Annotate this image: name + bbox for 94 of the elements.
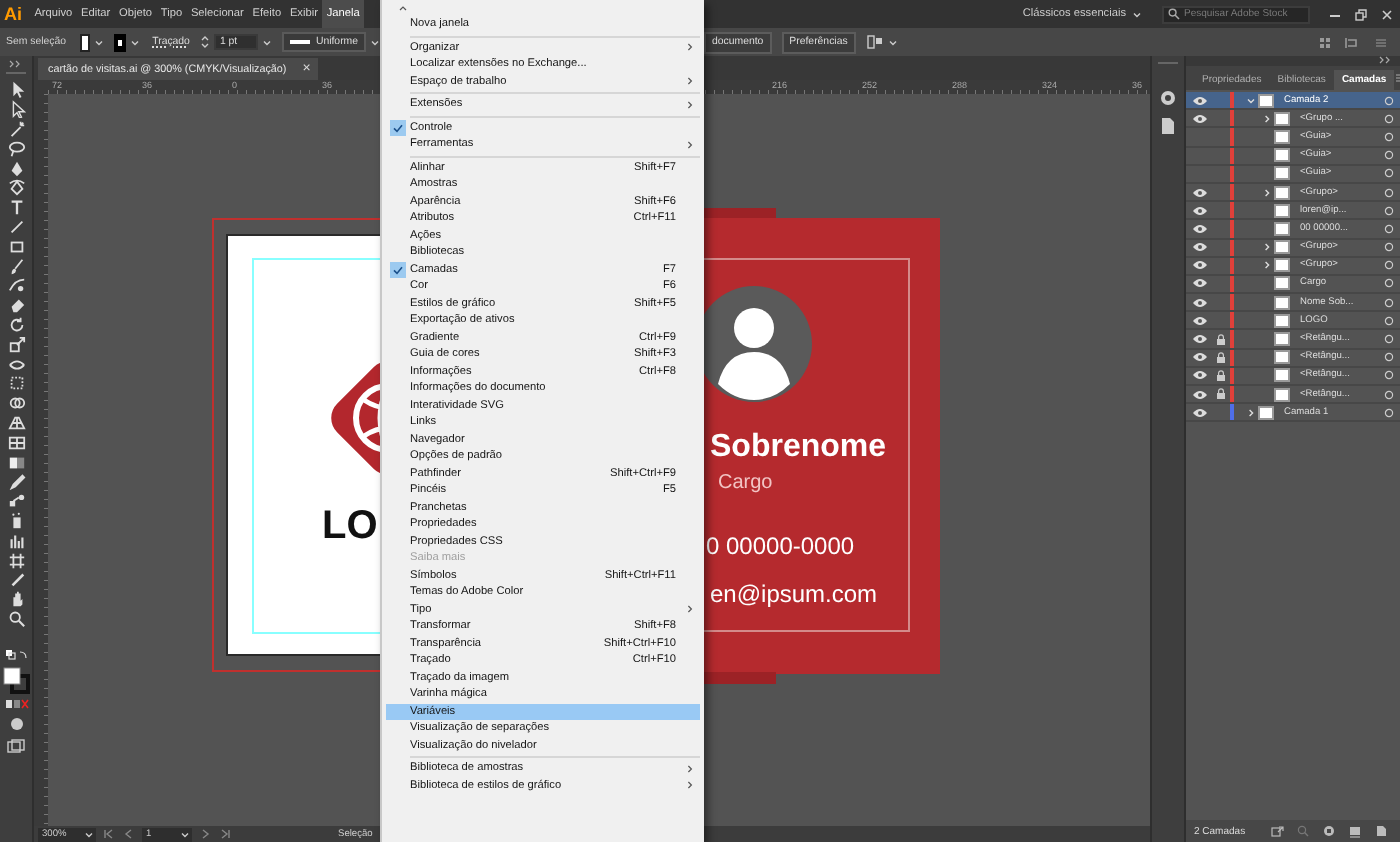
chevron-right-icon[interactable] bbox=[1245, 407, 1255, 418]
width-tool-icon[interactable] bbox=[7, 355, 25, 374]
chevron-right-icon[interactable] bbox=[1261, 187, 1271, 198]
lock-icon[interactable] bbox=[1216, 351, 1226, 364]
blend-icon[interactable] bbox=[7, 492, 25, 511]
document-icon[interactable] bbox=[1158, 116, 1178, 136]
rectangle-icon[interactable] bbox=[7, 237, 25, 256]
collapse-icon[interactable] bbox=[1378, 56, 1394, 64]
eraser-icon[interactable] bbox=[7, 296, 25, 315]
eye-icon[interactable] bbox=[1191, 389, 1207, 400]
card-email: en@ipsum.com bbox=[710, 582, 878, 606]
stroke-swatch[interactable] bbox=[113, 33, 127, 51]
bar-graph-icon[interactable] bbox=[7, 531, 25, 550]
eyedropper-icon[interactable] bbox=[7, 472, 25, 491]
spinner-icon[interactable] bbox=[199, 34, 210, 50]
mesh-icon[interactable] bbox=[7, 433, 25, 452]
shaper-icon[interactable] bbox=[7, 276, 25, 295]
eye-icon[interactable] bbox=[1191, 315, 1207, 326]
pen-icon[interactable] bbox=[7, 159, 25, 178]
eye-icon[interactable] bbox=[1191, 223, 1207, 234]
collapse-icon[interactable] bbox=[8, 60, 24, 68]
perspective-grid-icon[interactable] bbox=[7, 413, 25, 432]
draw-mode-icon[interactable] bbox=[7, 716, 25, 733]
eye-icon[interactable] bbox=[1191, 407, 1207, 418]
grid-icon[interactable] bbox=[1318, 35, 1332, 49]
appearance-icon[interactable] bbox=[1158, 88, 1178, 108]
line-segment-icon[interactable] bbox=[7, 217, 25, 236]
close-icon[interactable] bbox=[1380, 7, 1394, 21]
lock-icon[interactable] bbox=[1216, 369, 1226, 382]
card-role: Cargo bbox=[718, 474, 773, 494]
caret-icon bbox=[180, 829, 190, 839]
free-transform-icon[interactable] bbox=[7, 374, 25, 393]
caret-icon bbox=[130, 37, 141, 47]
app-logo: Ai bbox=[2, 4, 24, 24]
slice-icon[interactable] bbox=[7, 570, 25, 589]
caret-icon bbox=[261, 37, 272, 47]
logo-text: LO bbox=[322, 506, 378, 546]
align-icon[interactable] bbox=[1344, 35, 1362, 49]
eye-icon[interactable] bbox=[1191, 278, 1207, 289]
eye-icon[interactable] bbox=[1191, 297, 1207, 308]
type-tool-icon[interactable] bbox=[7, 198, 25, 217]
chevron-right-icon[interactable] bbox=[1261, 260, 1271, 271]
clipping-mask-icon[interactable] bbox=[1321, 824, 1336, 838]
eye-icon[interactable] bbox=[1191, 260, 1207, 271]
selection-arrow-icon[interactable] bbox=[7, 80, 25, 99]
next-page-icon[interactable] bbox=[198, 828, 212, 840]
shape-builder-icon[interactable] bbox=[7, 394, 25, 413]
new-layer-icon[interactable] bbox=[1373, 824, 1388, 838]
lasso-icon[interactable] bbox=[7, 139, 25, 158]
scroll-up-icon[interactable] bbox=[398, 4, 408, 12]
caret-icon bbox=[93, 37, 104, 47]
lock-icon[interactable] bbox=[1216, 388, 1226, 401]
chevron-right-icon[interactable] bbox=[1261, 242, 1271, 253]
magic-wand-icon[interactable] bbox=[7, 119, 25, 138]
eye-icon[interactable] bbox=[1191, 352, 1207, 363]
caret-icon bbox=[887, 37, 898, 47]
eye-icon[interactable] bbox=[1191, 334, 1207, 345]
card-name: Sobrenome bbox=[710, 432, 887, 464]
eye-icon[interactable] bbox=[1191, 113, 1207, 124]
previous-page-icon[interactable] bbox=[122, 828, 136, 840]
screen-mode-icon[interactable] bbox=[6, 738, 26, 755]
restore-icon[interactable] bbox=[1354, 7, 1368, 21]
eye-icon[interactable] bbox=[1191, 242, 1207, 253]
fill-stroke-icon[interactable] bbox=[2, 666, 30, 695]
last-page-icon[interactable] bbox=[218, 828, 232, 840]
eye-icon[interactable] bbox=[1191, 205, 1207, 216]
caret-icon bbox=[84, 829, 94, 839]
color-mode-icon[interactable] bbox=[3, 698, 29, 711]
default-colors-icon[interactable] bbox=[3, 648, 29, 665]
zoom-icon[interactable] bbox=[7, 609, 25, 628]
lock-icon[interactable] bbox=[1216, 333, 1226, 346]
chevron-down-icon[interactable] bbox=[1245, 95, 1255, 106]
export-icon[interactable] bbox=[1269, 824, 1284, 838]
curvature-pen-icon[interactable] bbox=[7, 178, 25, 197]
stroke-line-icon bbox=[289, 40, 310, 44]
symbol-sprayer-icon[interactable] bbox=[7, 511, 25, 530]
search-icon bbox=[1167, 8, 1179, 20]
paintbrush-icon[interactable] bbox=[7, 257, 25, 276]
caret-icon bbox=[1132, 9, 1142, 19]
first-page-icon[interactable] bbox=[102, 828, 116, 840]
eye-icon[interactable] bbox=[1191, 187, 1207, 198]
scale-icon[interactable] bbox=[7, 335, 25, 354]
hand-icon[interactable] bbox=[7, 590, 25, 609]
eye-icon[interactable] bbox=[1191, 95, 1207, 106]
arrange-icon[interactable] bbox=[865, 34, 884, 50]
direct-selection-icon[interactable] bbox=[7, 100, 25, 119]
gradient-icon[interactable] bbox=[7, 453, 25, 472]
eye-icon[interactable] bbox=[1191, 370, 1207, 381]
artboard-icon[interactable] bbox=[7, 551, 25, 570]
chevron-right-icon[interactable] bbox=[1261, 113, 1271, 124]
card-phone: 0 00000-0000 bbox=[706, 534, 855, 558]
rotate-icon[interactable] bbox=[7, 315, 25, 334]
fill-swatch[interactable] bbox=[80, 33, 90, 51]
new-sublayer-icon[interactable] bbox=[1347, 824, 1362, 838]
